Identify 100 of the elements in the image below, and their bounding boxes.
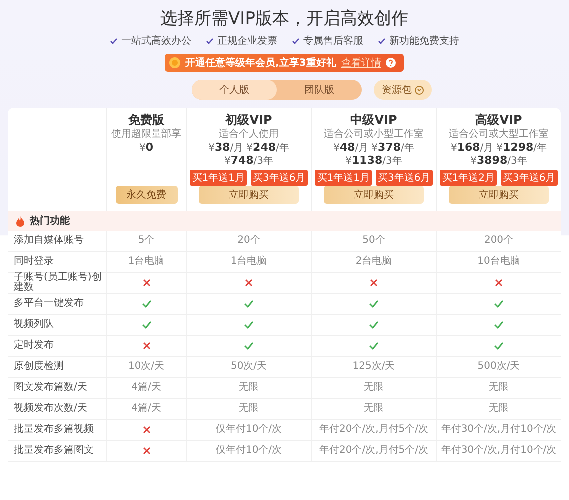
plan-description: 适合公司或大型工作室 — [449, 129, 549, 140]
help-icon — [386, 58, 396, 68]
table-cell: 年付20个/次,月付5个/次 — [319, 446, 428, 456]
table-cell: 2台电脑 — [356, 257, 392, 267]
offer-badge: 买1年送1月 — [190, 170, 247, 186]
price: ¥1138/3年 — [346, 155, 402, 168]
check-icon — [378, 38, 386, 44]
page-title: 选择所需VIP版本，开启高效创作 — [160, 8, 408, 30]
feature-label: 原创度检测 — [13, 360, 65, 374]
check-icon — [292, 38, 300, 44]
table-cell: 无限 — [364, 383, 384, 393]
chevron-circle-icon — [415, 86, 424, 94]
details-link[interactable]: 查看详情 — [341, 56, 382, 70]
table-cell: 1台电脑 — [128, 257, 165, 267]
resource-pack-button[interactable]: 资源包 — [374, 80, 432, 100]
cross-icon — [142, 447, 150, 455]
plan-name: 初级VIP — [226, 112, 272, 128]
check-icon — [244, 300, 254, 308]
plan-description: 使用超限量部享 — [112, 129, 182, 140]
price: ¥748/3年 — [224, 155, 274, 168]
buy-button[interactable]: 立即购买 — [449, 186, 549, 204]
table-cell: 仅年付10个/次 — [216, 425, 282, 435]
feature-label: 视频列队 — [13, 318, 55, 332]
cross-icon — [142, 279, 150, 287]
table-cell: 年付30个/次,月付10个/次 — [441, 425, 557, 435]
table-cell: 无限 — [239, 404, 259, 414]
plan-name: 高级VIP — [476, 112, 522, 128]
edition-tab[interactable]: 团队版 — [277, 80, 362, 100]
table-cell: 无限 — [364, 404, 384, 414]
price: ¥1298/年 — [496, 142, 548, 155]
offer-badge: 买3年送6月 — [376, 170, 433, 186]
table-cell: 125次/天 — [352, 362, 396, 372]
promo-banner[interactable]: 开通任意等级年会员,立享3重好礼 查看详情 — [164, 54, 404, 72]
cross-icon — [495, 279, 503, 287]
table-cell: 20个 — [238, 236, 260, 246]
table-cell: 无限 — [239, 383, 259, 393]
coin-icon — [168, 57, 181, 69]
price: ¥3898/3年 — [470, 155, 528, 168]
feature-label: 多平台一键发布 — [13, 296, 85, 311]
offer-badge: 买1年送2月 — [440, 170, 497, 186]
cross-icon — [245, 279, 253, 287]
check-icon — [494, 300, 504, 308]
plan-description: 适合公司或小型工作室 — [324, 129, 424, 140]
plan-description: 适合个人使用 — [219, 129, 279, 140]
feature-label: 视频发布次数/天 — [13, 402, 88, 416]
check-icon — [494, 342, 504, 350]
table-cell: 1台电脑 — [230, 257, 268, 267]
check-icon — [206, 38, 214, 44]
feature-text: 正规企业发票 — [218, 34, 278, 48]
table-cell: 年付20个/次,月付5个/次 — [319, 425, 428, 435]
table-cell: 无限 — [489, 404, 509, 414]
feature-label: 定时发布 — [13, 338, 55, 353]
feature-label: 添加自媒体账号 — [13, 234, 85, 248]
price: ¥0 — [139, 142, 154, 155]
feature-label: 图文发布篇数/天 — [13, 380, 88, 395]
section-title: 热门功能 — [30, 214, 70, 228]
table-cell: 4篇/天 — [132, 404, 162, 414]
check-icon — [244, 321, 254, 329]
check-icon — [369, 300, 379, 308]
price: ¥378/年 — [372, 142, 414, 155]
feature-text: 新功能免费支持 — [390, 34, 460, 48]
feature-label: 批量发布多篇图文 — [13, 444, 95, 458]
price: ¥38/月 — [208, 142, 244, 155]
free-button[interactable]: 永久免费 — [116, 186, 178, 204]
promo-text: 开通任意等级年会员,立享3重好礼 — [186, 56, 336, 70]
buy-button[interactable]: 立即购买 — [199, 186, 299, 204]
cross-icon — [142, 342, 150, 350]
table-cell: 年付30个/次,月付10个/次 — [441, 446, 557, 456]
check-icon — [142, 321, 152, 329]
check-icon — [244, 342, 254, 350]
check-icon — [494, 321, 504, 329]
feature-label: 批量发布多篇视频 — [13, 422, 95, 437]
cross-icon — [370, 279, 378, 287]
offer-badge: 买3年送6月 — [501, 170, 558, 186]
table-cell: 10次/天 — [128, 362, 165, 372]
plan-name: 中级VIP — [350, 112, 398, 128]
plan-name: 免费版 — [128, 112, 164, 128]
check-icon — [369, 342, 379, 350]
table-cell: 500次/天 — [478, 362, 520, 372]
feature-label: 子账号(员工账号)创建数 — [13, 273, 103, 293]
table-cell: 10台电脑 — [478, 257, 520, 267]
price: ¥48/月 — [334, 142, 369, 155]
price: ¥168/月 — [450, 142, 494, 155]
price: ¥248/年 — [246, 142, 290, 155]
table-cell: 仅年付10个/次 — [216, 446, 282, 456]
cross-icon — [142, 426, 150, 434]
table-cell: 200个 — [484, 236, 514, 246]
offer-badge: 买3年送6月 — [251, 170, 308, 186]
table-cell: 5个 — [138, 236, 155, 246]
buy-button[interactable]: 立即购买 — [324, 186, 424, 204]
feature-text: 一站式高效办公 — [122, 34, 192, 48]
check-icon — [110, 38, 118, 44]
feature-text: 专属售后客服 — [304, 34, 364, 48]
edition-tab[interactable]: 个人版 — [192, 80, 277, 100]
check-icon — [142, 300, 152, 308]
table-cell: 无限 — [489, 383, 509, 393]
table-cell: 50个 — [362, 236, 386, 246]
table-cell: 4篇/天 — [132, 383, 162, 393]
table-cell: 50次/天 — [230, 362, 268, 372]
offer-badge: 买1年送1月 — [315, 170, 372, 186]
